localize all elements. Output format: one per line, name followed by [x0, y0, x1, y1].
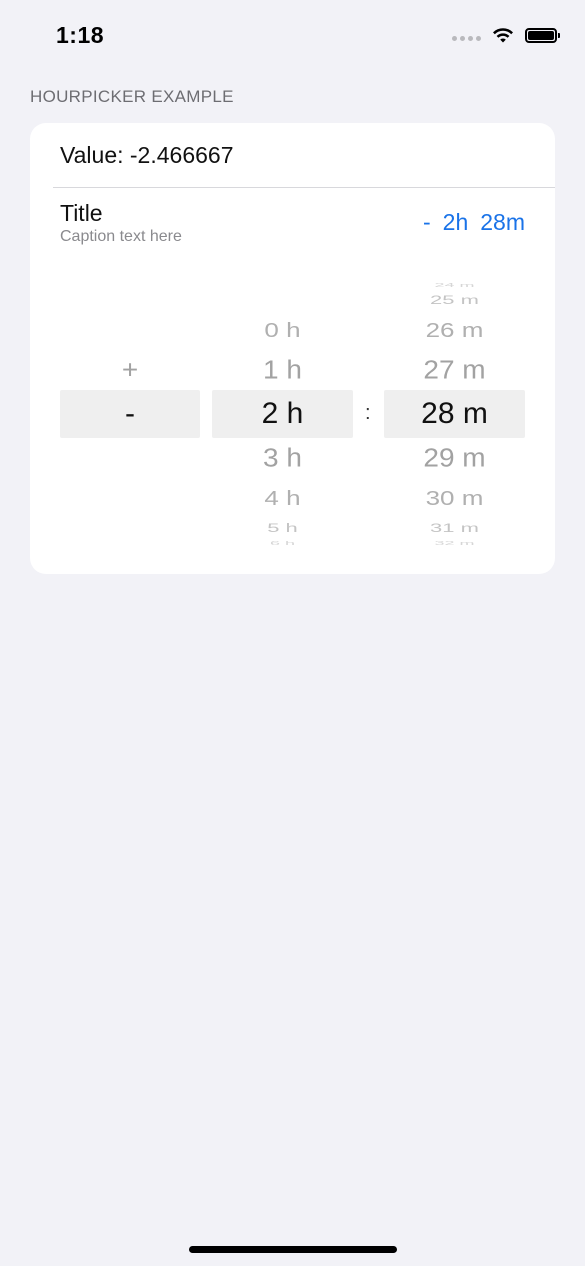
status-icons [452, 26, 560, 44]
value-label: Value: -2.466667 [60, 142, 234, 168]
hour-wheel-option[interactable]: 2 h [212, 399, 353, 429]
status-time: 1:18 [56, 22, 105, 48]
time-separator: : [365, 402, 371, 424]
minute-wheel-option[interactable]: 25 m [384, 294, 525, 306]
row-caption: Caption text here [60, 228, 182, 245]
settings-card: Value: -2.466667 Title Caption text here… [30, 123, 555, 574]
section-header: HOURPICKER EXAMPLE [30, 87, 234, 106]
minute-wheel-option[interactable]: 29 m [384, 445, 525, 471]
hour-wheel-option[interactable]: 6 h [212, 540, 353, 545]
hour-value-display[interactable]: - 2h 28m [423, 209, 525, 236]
minute-wheel-option[interactable]: 24 m [384, 282, 525, 287]
home-indicator[interactable] [189, 1246, 397, 1253]
hour-wheel-option[interactable]: 3 h [212, 445, 353, 471]
hour-wheel-option[interactable]: 0 h [212, 320, 353, 340]
status-bar: 1:18 [0, 0, 585, 70]
hour-value-hours: 2h [442, 209, 469, 235]
hour-value-sign: - [422, 209, 431, 235]
sign-wheel-option[interactable]: + [60, 357, 200, 383]
hour-wheel-option[interactable]: 1 h [212, 357, 353, 383]
row-title: Title [60, 200, 103, 226]
cellular-signal-icon [452, 35, 481, 41]
hour-picker-wheels: + - 0 h1 h2 h3 h4 h5 h6 h : 24 m 25 m 26 m2… [30, 278, 555, 548]
sign-wheel[interactable]: + - [60, 278, 200, 548]
minute-wheel-option[interactable]: 32 m [384, 540, 525, 545]
hour-wheel[interactable]: 0 h 1 h 2 h 3 h 4 h 5 h 6 h [212, 278, 353, 548]
wifi-icon [493, 28, 513, 43]
minute-wheel[interactable]: 24 m 25 m 26 m 27 m 28 m 29 m 30 m 31 m 32 m [384, 278, 525, 548]
minute-wheel-option[interactable]: 27 m [384, 357, 525, 383]
minute-wheel-option[interactable]: 31 m [384, 522, 525, 534]
minute-wheel-option[interactable]: 30 m [384, 488, 525, 508]
minute-wheel-option[interactable]: 26 m [384, 320, 525, 340]
minute-wheel-option[interactable]: 28 m [384, 399, 525, 429]
row-divider [53, 187, 555, 188]
battery-icon [525, 27, 560, 43]
hour-value-minutes: 28m [480, 209, 525, 235]
hour-wheel-option[interactable]: 4 h [212, 488, 353, 508]
hour-wheel-option[interactable]: 5 h [212, 522, 353, 534]
hour-picker-row[interactable]: Title Caption text here [60, 199, 182, 247]
sign-wheel-option[interactable]: - [60, 399, 200, 429]
